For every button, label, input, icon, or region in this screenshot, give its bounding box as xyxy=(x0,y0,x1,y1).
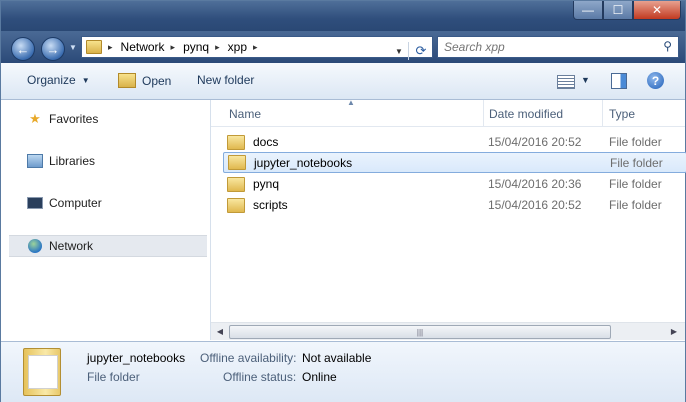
folder-icon xyxy=(227,134,245,150)
minimize-button[interactable]: — xyxy=(573,1,603,20)
organize-label: Organize xyxy=(27,73,76,87)
file-type: File folder xyxy=(609,177,662,191)
search-box[interactable]: ⚲ xyxy=(437,36,679,58)
sidebar-item-label: Computer xyxy=(49,196,102,210)
folder-preview-icon xyxy=(23,348,61,396)
maximize-button[interactable]: ☐ xyxy=(603,1,633,20)
navigation-pane: ★ Favorites Libraries Computer Network xyxy=(1,100,211,340)
file-name: pynq xyxy=(253,177,280,191)
network-icon xyxy=(27,239,43,253)
file-date: 15/04/2016 20:36 xyxy=(488,177,582,191)
file-list: ▲ Name Date modified Type docs 15/04/201… xyxy=(211,98,686,340)
preview-pane-icon[interactable] xyxy=(611,73,627,89)
file-type: File folder xyxy=(610,155,663,170)
address-toolbar: ← → ▼ ▸ Network ▸ pynq ▸ xpp ▸ ▼ ⟳ ⚲ xyxy=(1,31,685,63)
file-type: File folder xyxy=(609,198,662,212)
search-input[interactable] xyxy=(442,37,656,57)
file-date: 15/04/2016 20:52 xyxy=(488,198,582,212)
maximize-icon: ☐ xyxy=(612,3,624,17)
recent-pages-dropdown[interactable]: ▼ xyxy=(69,43,77,52)
sidebar-item-label: Libraries xyxy=(49,154,96,168)
sidebar-item-network[interactable]: Network xyxy=(9,235,207,257)
organize-button[interactable]: Organize ▼ xyxy=(27,73,90,87)
forward-button[interactable]: → xyxy=(41,37,65,61)
column-divider[interactable] xyxy=(602,100,603,126)
column-divider[interactable] xyxy=(483,100,484,126)
folder-icon xyxy=(227,197,245,213)
sort-ascending-icon: ▲ xyxy=(347,98,355,107)
scrollbar-thumb[interactable]: ||| xyxy=(229,325,611,339)
sidebar-item-label: Network xyxy=(49,239,94,253)
scroll-left-icon[interactable]: ◀ xyxy=(212,324,228,338)
breadcrumb-xpp[interactable]: xpp xyxy=(228,40,247,54)
caption-buttons: — ☐ ✕ xyxy=(573,1,681,20)
close-button[interactable]: ✕ xyxy=(633,1,681,20)
sidebar-item-favorites[interactable]: ★ Favorites xyxy=(1,109,207,129)
file-name: docs xyxy=(253,135,279,149)
file-date: 15/04/2016 20:52 xyxy=(488,135,582,149)
open-folder-icon xyxy=(118,73,136,88)
file-row-pynq[interactable]: pynq 15/04/2016 20:36 File folder xyxy=(223,174,685,194)
breadcrumb-separator-icon[interactable]: ▸ xyxy=(215,42,220,53)
details-item-type: File folder xyxy=(87,370,140,384)
column-date-modified[interactable]: Date modified xyxy=(489,107,563,121)
offline-status-label: Offline status: xyxy=(223,370,297,384)
chevron-down-icon: ▼ xyxy=(81,75,90,85)
file-name: jupyter_notebooks xyxy=(254,155,353,170)
explorer-window: — ☐ ✕ ← → ▼ ▸ Network ▸ pynq ▸ xpp ▸ ▼ ⟳… xyxy=(0,0,686,402)
refresh-icon: ⟳ xyxy=(415,43,427,58)
offline-status-value: Online xyxy=(302,370,337,384)
folder-icon xyxy=(227,176,245,192)
computer-icon xyxy=(27,196,43,210)
breadcrumb-network[interactable]: Network xyxy=(121,40,165,54)
offline-availability-value: Not available xyxy=(302,351,372,365)
star-icon: ★ xyxy=(29,111,41,126)
file-name: scripts xyxy=(253,198,288,212)
breadcrumb-separator-icon[interactable]: ▸ xyxy=(108,42,113,53)
address-bar[interactable]: ▸ Network ▸ pynq ▸ xpp ▸ xyxy=(81,36,433,58)
back-arrow-icon: ← xyxy=(16,41,30,57)
help-icon[interactable]: ? xyxy=(647,72,664,89)
details-item-name: jupyter_notebooks xyxy=(87,351,186,365)
file-row-scripts[interactable]: scripts 15/04/2016 20:52 File folder xyxy=(223,195,685,215)
refresh-button[interactable]: ⟳ xyxy=(408,42,433,60)
open-button[interactable]: Open xyxy=(118,73,171,88)
change-view-icon[interactable] xyxy=(557,75,575,89)
open-label: Open xyxy=(142,73,172,88)
breadcrumb-pynq[interactable]: pynq xyxy=(183,40,209,54)
column-header: ▲ Name Date modified Type xyxy=(211,98,685,127)
sidebar-item-label: Favorites xyxy=(49,112,99,126)
breadcrumb-separator-icon[interactable]: ▸ xyxy=(253,42,258,53)
column-type[interactable]: Type xyxy=(609,107,635,121)
new-folder-label: New folder xyxy=(197,73,255,87)
grip-icon: ||| xyxy=(416,327,424,337)
folder-icon xyxy=(228,155,246,170)
column-name[interactable]: Name xyxy=(229,107,261,121)
offline-availability-label: Offline availability: xyxy=(200,351,297,365)
address-history-dropdown[interactable]: ▼ xyxy=(391,42,407,60)
close-icon: ✕ xyxy=(651,3,663,17)
file-row-jupyter-notebooks[interactable]: jupyter_notebooks File folder xyxy=(223,152,686,173)
command-bar: Organize ▼ Open New folder ▼ ? xyxy=(1,63,685,100)
back-button[interactable]: ← xyxy=(11,37,35,61)
forward-arrow-icon: → xyxy=(46,41,60,57)
minimize-icon: — xyxy=(582,3,594,17)
libraries-icon xyxy=(27,154,43,168)
file-type: File folder xyxy=(609,135,662,149)
sidebar-item-libraries[interactable]: Libraries xyxy=(1,151,207,171)
title-bar[interactable]: — ☐ ✕ xyxy=(1,1,685,31)
search-icon[interactable]: ⚲ xyxy=(663,39,672,53)
horizontal-scrollbar[interactable]: ◀ ||| ▶ xyxy=(211,322,685,340)
sidebar-item-computer[interactable]: Computer xyxy=(1,193,207,213)
views-dropdown-icon[interactable]: ▼ xyxy=(581,75,590,85)
file-row-docs[interactable]: docs 15/04/2016 20:52 File folder xyxy=(223,132,685,152)
location-folder-icon xyxy=(86,40,102,54)
chevron-down-icon: ▼ xyxy=(395,46,403,56)
breadcrumb-separator-icon[interactable]: ▸ xyxy=(171,42,176,53)
new-folder-button[interactable]: New folder xyxy=(197,73,254,87)
scroll-right-icon[interactable]: ▶ xyxy=(666,324,682,338)
details-pane: jupyter_notebooks File folder Offline av… xyxy=(1,341,685,402)
